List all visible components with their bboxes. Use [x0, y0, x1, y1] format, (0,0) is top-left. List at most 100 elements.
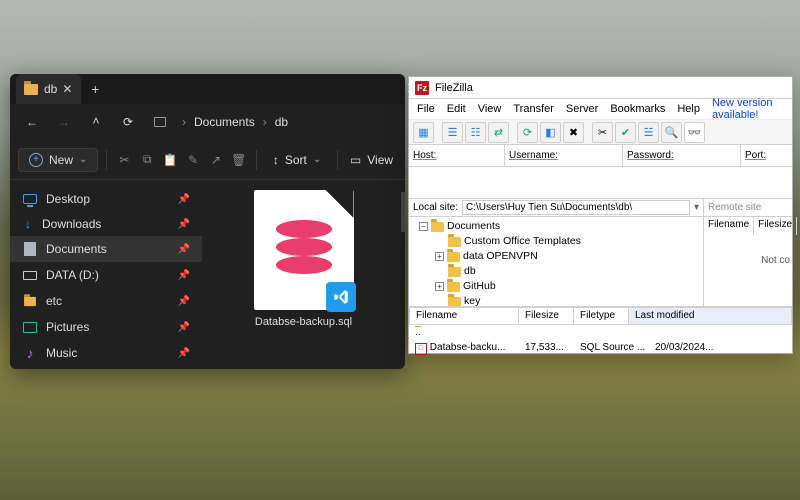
expand-toggle[interactable]: + — [435, 252, 444, 261]
local-list-header: Filename Filesize Filetype Last modified — [409, 307, 792, 325]
sidebar-item-label: Pictures — [46, 320, 89, 334]
sidebar-item-data-d[interactable]: DATA (D:) 📌 — [10, 262, 202, 288]
local-path-input[interactable]: C:\Users\Huy Tien Su\Documents\db\ — [462, 200, 690, 215]
menu-transfer[interactable]: Transfer — [513, 103, 554, 115]
tree-node[interactable]: Custom Office Templates — [464, 234, 581, 249]
cut-button[interactable]: ✂ — [115, 146, 134, 174]
toolbar-separator — [337, 150, 338, 170]
col-filesize[interactable]: Filesize — [519, 307, 574, 325]
remote-site-row: Remote site — [704, 199, 792, 217]
documents-icon — [22, 241, 38, 257]
col-last-modified[interactable]: Last modified — [629, 307, 792, 325]
vscode-badge-icon — [326, 282, 356, 312]
col-filename[interactable]: Filename — [409, 307, 519, 325]
filezilla-logo-icon: Fz — [415, 81, 429, 95]
sidebar-item-label: DATA (D:) — [46, 268, 99, 282]
delete-button[interactable]: 🗑 — [229, 146, 248, 174]
explorer-scrollbar[interactable] — [401, 192, 405, 232]
menu-help[interactable]: Help — [677, 103, 700, 115]
breadcrumb: › Documents › db — [182, 115, 288, 129]
sql-file-icon: □ — [415, 343, 427, 355]
close-tab-button[interactable]: ✕ — [59, 81, 75, 97]
col-filename[interactable]: Filename — [704, 217, 754, 235]
menu-server[interactable]: Server — [566, 103, 598, 115]
pictures-icon — [22, 319, 38, 335]
view-label: View — [367, 153, 393, 167]
menu-view[interactable]: View — [478, 103, 502, 115]
up-button[interactable]: ˄ — [80, 106, 112, 136]
toolbar-separator — [256, 150, 257, 170]
folder-icon — [22, 293, 38, 309]
menu-bookmarks[interactable]: Bookmarks — [610, 103, 665, 115]
filezilla-window: Fz FileZilla File Edit View Transfer Ser… — [408, 76, 793, 354]
back-button[interactable]: ← — [16, 107, 48, 137]
address-home-icon[interactable] — [144, 107, 176, 137]
new-tab-button[interactable]: + — [81, 74, 109, 104]
local-tree[interactable]: − Documents Custom Office Templates + dat… — [409, 217, 703, 306]
pin-icon: 📌 — [178, 270, 190, 281]
col-filetype[interactable]: Filetype — [574, 307, 629, 325]
folder-icon — [448, 297, 461, 307]
rename-button[interactable]: ✎ — [184, 146, 203, 174]
toggle-log-button[interactable]: ☰ — [442, 122, 463, 143]
sidebar-item-music[interactable]: ♪ Music 📌 — [10, 340, 202, 366]
site-manager-button[interactable]: ▦ — [413, 122, 434, 143]
drive-icon — [22, 267, 38, 283]
username-field-group: Username: — [505, 145, 623, 166]
col-filesize[interactable]: Filesize — [754, 217, 797, 235]
breadcrumb-documents[interactable]: Documents — [194, 115, 255, 129]
local-file-list[interactable]: .. □ Databse-backu... 17,533... SQL Sour… — [409, 325, 792, 357]
sort-button[interactable]: ↕ Sort ⌄ — [265, 149, 329, 171]
tree-node[interactable]: key — [464, 294, 480, 306]
reconnect-button[interactable]: ✔ — [615, 122, 636, 143]
new-button-label: New — [49, 153, 73, 167]
menu-update-link[interactable]: New version available! — [712, 97, 784, 121]
forward-button[interactable]: → — [48, 107, 80, 137]
cancel-button[interactable]: ✖ — [563, 122, 584, 143]
refresh-button[interactable]: ⟳ — [112, 107, 144, 137]
compare-button[interactable]: ◧ — [540, 122, 561, 143]
message-log-pane[interactable] — [409, 167, 792, 199]
sidebar-item-documents[interactable]: Documents 📌 — [10, 236, 202, 262]
expand-toggle[interactable]: + — [435, 282, 444, 291]
breadcrumb-db[interactable]: db — [275, 115, 288, 129]
copy-button[interactable]: ⧉ — [138, 146, 157, 174]
pin-icon: 📌 — [178, 219, 190, 230]
sync-browse-button[interactable]: ⟳ — [517, 122, 538, 143]
cell-modified: 20/03/2024... — [649, 341, 792, 356]
collapse-toggle[interactable]: − — [419, 222, 428, 231]
view-button[interactable]: ▭ View — [346, 149, 397, 171]
menu-edit[interactable]: Edit — [447, 103, 466, 115]
sidebar-item-pictures[interactable]: Pictures 📌 — [10, 314, 202, 340]
binoculars-icon[interactable]: 👓 — [684, 122, 705, 143]
sidebar-item-etc[interactable]: etc 📌 — [10, 288, 202, 314]
filezilla-titlebar[interactable]: Fz FileZilla — [409, 77, 792, 99]
tree-node-documents[interactable]: Documents — [447, 219, 500, 234]
new-button[interactable]: + New ⌄ — [18, 148, 98, 172]
disconnect-button[interactable]: ✂ — [592, 122, 613, 143]
tree-node-db[interactable]: db — [464, 264, 476, 279]
sidebar-item-downloads[interactable]: ↓ Downloads 📌 — [10, 212, 202, 236]
plus-circle-icon: + — [29, 153, 43, 167]
list-row[interactable]: □ Databse-backu... 17,533... SQL Source … — [409, 340, 792, 357]
paste-button[interactable]: 📋 — [161, 146, 180, 174]
toggle-queue-button[interactable]: ⇄ — [488, 122, 509, 143]
list-row-parent[interactable]: .. — [409, 325, 792, 340]
filter-button[interactable]: ☱ — [638, 122, 659, 143]
file-explorer-window: db ✕ + ← → ˄ ⟳ › Documents › db + New ⌄ — [10, 74, 405, 369]
explorer-tab-db[interactable]: db ✕ — [16, 74, 81, 104]
port-field-group: Port: — [741, 145, 792, 166]
window-title: FileZilla — [435, 82, 473, 94]
tree-node[interactable]: data OPENVPN — [463, 249, 538, 264]
sidebar-item-desktop[interactable]: Desktop 📌 — [10, 186, 202, 212]
search-button[interactable]: 🔍 — [661, 122, 682, 143]
toggle-tree-button[interactable]: ☷ — [465, 122, 486, 143]
tree-node[interactable]: GitHub — [463, 279, 496, 294]
share-button[interactable]: ↗ — [206, 146, 225, 174]
filezilla-toolbar: ▦ ☰ ☷ ⇄ ⟳ ◧ ✖ ✂ ✔ ☱ 🔍 👓 — [409, 119, 792, 145]
folder-icon — [448, 237, 461, 247]
menu-file[interactable]: File — [417, 103, 435, 115]
explorer-content-pane[interactable]: Databse-backup.sql — [202, 180, 405, 369]
file-item-database-backup[interactable]: Databse-backup.sql — [249, 190, 359, 328]
dropdown-arrow-icon[interactable]: ▾ — [694, 202, 699, 213]
